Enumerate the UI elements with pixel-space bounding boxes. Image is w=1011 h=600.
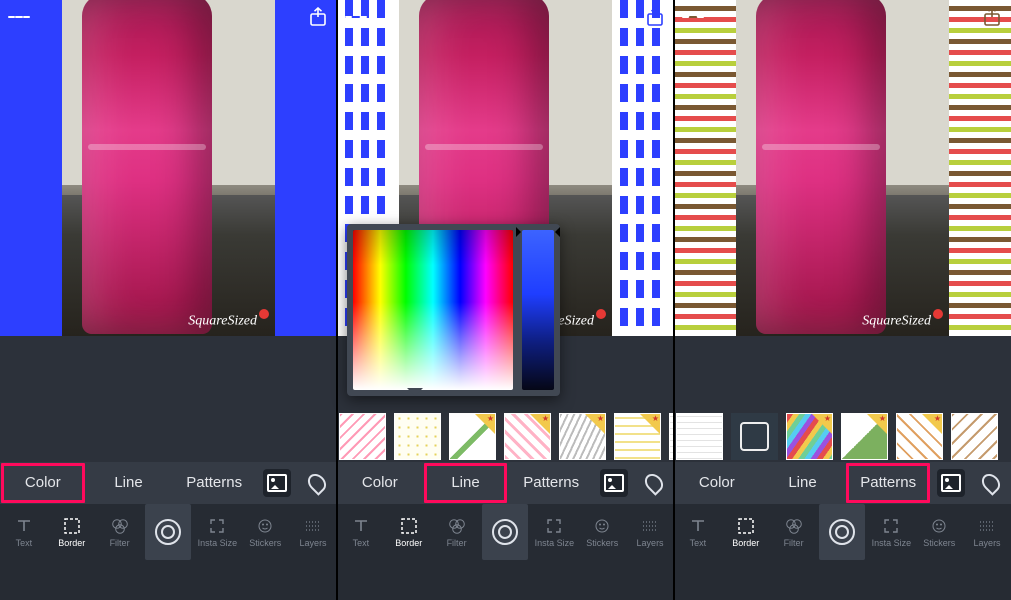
app-triple-screenshot: { "watermark": "SquareSized", "tabs": { … [0, 0, 1011, 600]
tool-layers[interactable]: Layers [626, 504, 674, 560]
tool-instasize[interactable]: Insta Size [530, 504, 578, 560]
tab-color[interactable]: Color [337, 462, 423, 504]
border-tabs: Color Line Patterns [337, 462, 674, 504]
share-icon[interactable] [307, 6, 329, 28]
tool-text[interactable]: Text [0, 504, 48, 560]
tool-text[interactable]: Text [337, 504, 385, 560]
share-icon[interactable] [981, 6, 1003, 28]
tool-filter[interactable]: Filter [433, 504, 481, 560]
menu-icon[interactable] [345, 6, 367, 28]
color-spectrum[interactable] [353, 230, 513, 390]
tool-text[interactable]: Text [674, 504, 722, 560]
menu-icon[interactable] [682, 6, 704, 28]
premium-badge-icon [812, 414, 832, 434]
pattern-thumb[interactable] [731, 413, 778, 460]
tool-aspect[interactable] [819, 504, 865, 560]
divider [336, 0, 338, 600]
photo: SquareSized [62, 0, 275, 336]
pattern-thumb[interactable] [559, 413, 606, 460]
pattern-thumb[interactable] [394, 413, 441, 460]
tab-line[interactable]: Line [423, 462, 509, 504]
border-left [0, 0, 62, 336]
tab-blur[interactable] [634, 462, 674, 504]
hue-slider[interactable] [522, 230, 554, 390]
pattern-thumb[interactable] [951, 413, 998, 460]
premium-badge-icon [475, 414, 495, 434]
tab-line[interactable]: Line [86, 462, 172, 504]
border-tabs: Color Line Patterns [0, 462, 337, 504]
tab-color[interactable]: Color [674, 462, 760, 504]
border-right [275, 0, 337, 336]
premium-badge-icon [530, 414, 550, 434]
tab-color[interactable]: Color [0, 462, 86, 504]
watermark: SquareSized [188, 309, 269, 330]
tool-layers[interactable]: Layers [963, 504, 1011, 560]
canvas-area: SquareSized [0, 0, 337, 336]
canvas-square[interactable]: SquareSized [0, 0, 337, 336]
tab-line[interactable]: Line [760, 462, 846, 504]
tool-layers[interactable]: Layers [289, 504, 337, 560]
tab-blur[interactable] [971, 462, 1011, 504]
bottom-toolbar: Text Border Filter Insta Size Stickers L… [0, 504, 337, 560]
panel-color: SquareSized Color Line Patterns Text Bor… [0, 0, 337, 600]
share-icon[interactable] [644, 6, 666, 28]
tool-stickers[interactable]: Stickers [578, 504, 626, 560]
photo: SquareSized [736, 0, 949, 336]
pattern-thumb[interactable] [449, 413, 496, 460]
divider [673, 0, 675, 600]
tool-border[interactable]: Border [48, 504, 96, 560]
tool-border[interactable]: Border [722, 504, 770, 560]
pattern-thumb[interactable] [339, 413, 386, 460]
tab-image[interactable] [931, 462, 971, 504]
canvas-square[interactable]: SquareSized [674, 0, 1011, 336]
tab-patterns[interactable]: Patterns [171, 462, 257, 504]
pattern-thumb[interactable] [504, 413, 551, 460]
tool-border[interactable]: Border [385, 504, 433, 560]
tab-patterns[interactable]: Patterns [845, 462, 931, 504]
tool-stickers[interactable]: Stickers [915, 504, 963, 560]
tool-filter[interactable]: Filter [770, 504, 818, 560]
tool-stickers[interactable]: Stickers [241, 504, 289, 560]
pattern-thumb[interactable] [841, 413, 888, 460]
border-right [949, 0, 1011, 336]
panel-patterns: SquareSized Color Line Patterns Text Bor… [674, 0, 1011, 600]
tab-patterns[interactable]: Patterns [508, 462, 594, 504]
premium-badge-icon [867, 414, 887, 434]
premium-badge-icon [585, 414, 605, 434]
pattern-thumb[interactable] [614, 413, 661, 460]
tab-image[interactable] [257, 462, 297, 504]
pattern-strip[interactable] [337, 413, 674, 460]
premium-badge-icon [922, 414, 942, 434]
pattern-thumb[interactable] [786, 413, 833, 460]
tool-instasize[interactable]: Insta Size [867, 504, 915, 560]
tool-filter[interactable]: Filter [96, 504, 144, 560]
circle-icon [829, 519, 855, 545]
circle-icon [492, 519, 518, 545]
menu-icon[interactable] [8, 6, 30, 28]
tool-aspect[interactable] [145, 504, 191, 560]
premium-badge-icon [640, 414, 660, 434]
circle-icon [155, 519, 181, 545]
color-picker[interactable] [347, 224, 560, 396]
border-left [674, 0, 736, 336]
tool-aspect[interactable] [482, 504, 528, 560]
pattern-strip[interactable] [674, 413, 1011, 460]
pattern-thumb[interactable] [676, 413, 723, 460]
spectrum-cursor[interactable] [447, 254, 461, 268]
bottom-toolbar: Text Border Filter Insta Size Stickers L… [674, 504, 1011, 560]
tab-image[interactable] [594, 462, 634, 504]
border-right [612, 0, 674, 336]
border-tabs: Color Line Patterns [674, 462, 1011, 504]
tab-blur[interactable] [297, 462, 337, 504]
tool-instasize[interactable]: Insta Size [193, 504, 241, 560]
bottom-toolbar: Text Border Filter Insta Size Stickers L… [337, 504, 674, 560]
watermark: SquareSized [862, 309, 943, 330]
pattern-thumb[interactable] [896, 413, 943, 460]
